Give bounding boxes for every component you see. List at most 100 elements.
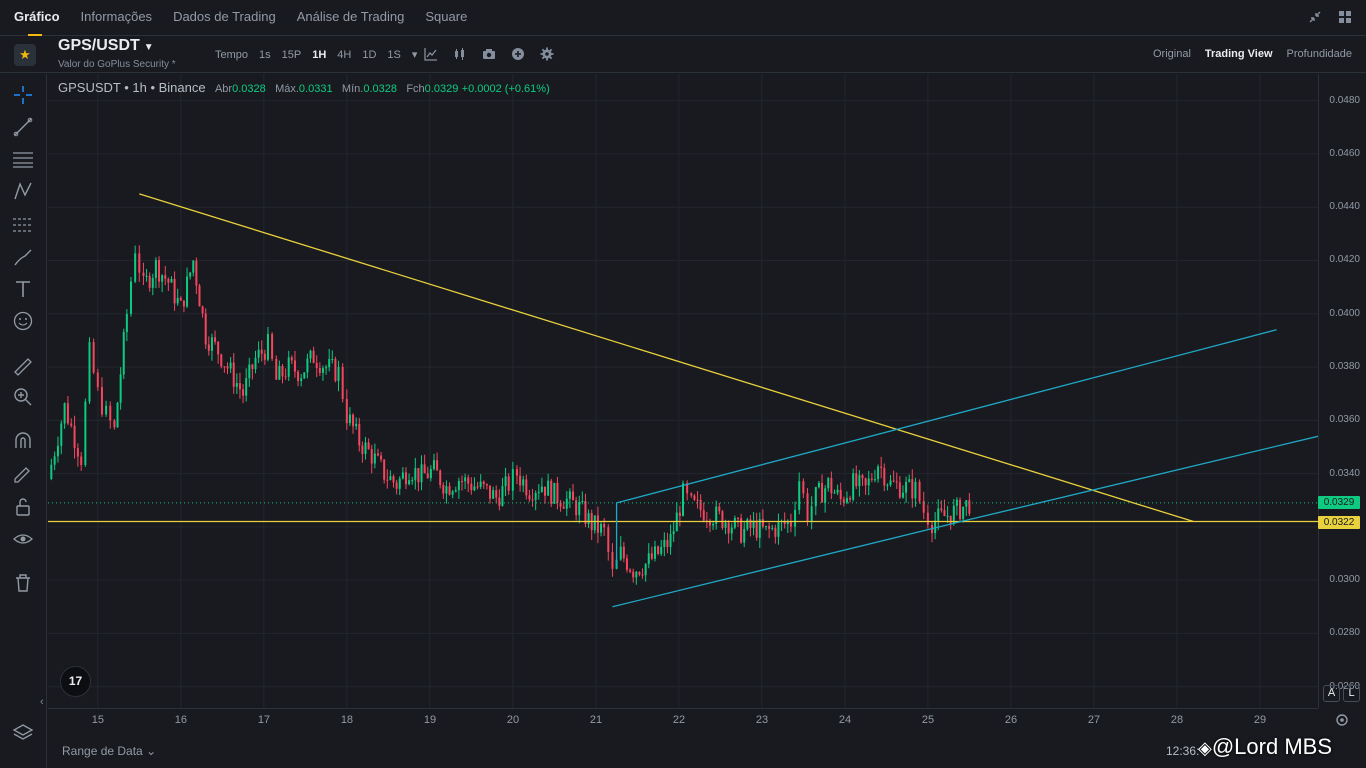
tab-dados-de-trading[interactable]: Dados de Trading	[173, 0, 276, 36]
candle-body	[300, 378, 303, 381]
time-axis-label: 17	[257, 714, 271, 726]
pattern-tool-icon[interactable]	[12, 180, 34, 202]
candle-body	[724, 522, 727, 528]
candle-body	[619, 546, 622, 560]
candle-body	[170, 278, 173, 283]
candle-body	[507, 476, 510, 491]
unlock-icon[interactable]	[12, 496, 34, 518]
candle-body	[861, 475, 864, 479]
candle-body	[470, 483, 473, 491]
candle-body	[389, 476, 392, 480]
interval-4h[interactable]: 4H	[337, 49, 351, 61]
more-intervals-icon[interactable]: ▾	[412, 48, 418, 61]
trendline-tool-icon[interactable]	[12, 116, 34, 138]
candle-body	[138, 253, 141, 273]
candle-body	[721, 511, 724, 528]
candle-body	[266, 333, 269, 360]
candle-body	[761, 519, 764, 527]
collapse-arrow-icon[interactable]: ‹	[40, 696, 44, 708]
time-axis-label: 29	[1253, 714, 1267, 726]
candle-body	[678, 512, 681, 516]
price-axis[interactable]: 0.0480 0.0460 0.0440 0.0420 0.0400 0.0380 0.03…	[1318, 74, 1366, 708]
candle-body	[814, 487, 817, 507]
time-axis[interactable]: 15 16 17 18 19 20 21 22 23 24 25 26 27 28 29	[48, 708, 1318, 732]
candle-body	[880, 466, 883, 468]
interval-15p[interactable]: 15P	[282, 49, 302, 61]
price-axis-label: 0.0460	[1329, 147, 1360, 159]
candle-body	[699, 499, 702, 511]
layout-grid-icon[interactable]	[1338, 10, 1352, 24]
symbol-selector[interactable]: GPS/USDT ▼	[58, 37, 154, 55]
price-chart[interactable]	[48, 74, 1318, 708]
ruler-icon[interactable]	[12, 356, 34, 378]
candle-body	[824, 488, 827, 503]
candle-body	[179, 297, 182, 301]
view-trading-view[interactable]: Trading View	[1205, 48, 1273, 60]
magnet-icon[interactable]	[12, 430, 34, 452]
candle-body	[383, 459, 386, 480]
eye-icon[interactable]	[12, 528, 34, 550]
settings-gear-icon[interactable]	[1334, 712, 1350, 728]
fib-tool-icon[interactable]	[12, 214, 34, 236]
candle-body	[76, 448, 79, 457]
time-axis-label: 15	[91, 714, 105, 726]
crosshair-icon[interactable]	[12, 84, 34, 106]
candle-body	[889, 480, 892, 485]
settings-gear-icon[interactable]	[540, 47, 554, 61]
date-range-button[interactable]: Range de Data ⌄	[62, 744, 156, 758]
candle-body	[361, 445, 364, 454]
indicators-icon[interactable]	[424, 47, 438, 61]
candle-body	[556, 482, 559, 503]
interval-1d[interactable]: 1D	[362, 49, 376, 61]
interval-1s[interactable]: 1s	[259, 49, 271, 61]
view-original[interactable]: Original	[1153, 48, 1191, 60]
candle-body	[858, 475, 861, 487]
auto-scale-button[interactable]: A	[1323, 685, 1340, 702]
candle-body	[473, 486, 476, 491]
log-scale-button[interactable]: L	[1343, 685, 1360, 702]
candle-body	[113, 420, 116, 428]
view-profundidade[interactable]: Profundidade	[1287, 48, 1352, 60]
tab-square[interactable]: Square	[425, 0, 467, 36]
lock-pencil-icon[interactable]	[12, 462, 34, 484]
minimize-icon[interactable]	[1308, 10, 1322, 24]
time-axis-label: 18	[340, 714, 354, 726]
candle-body	[663, 539, 666, 547]
price-axis-label: 0.0300	[1329, 574, 1360, 586]
candle-body	[145, 275, 148, 277]
add-circle-icon[interactable]	[511, 47, 525, 61]
candle-body	[467, 477, 470, 484]
drawing-toolbar: ‹	[0, 74, 47, 768]
interval-1w[interactable]: 1S	[387, 49, 400, 61]
candle-body	[271, 333, 274, 359]
tab-grafico[interactable]: Gráfico	[14, 0, 60, 36]
candle-body	[370, 448, 373, 464]
candle-body	[777, 521, 780, 537]
time-axis-label: 20	[506, 714, 520, 726]
emoji-icon[interactable]	[12, 310, 34, 332]
candle-body	[771, 527, 774, 529]
tab-analise-de-trading[interactable]: Análise de Trading	[297, 0, 405, 36]
text-tool-icon[interactable]	[12, 278, 34, 300]
price-axis-label: 0.0360	[1329, 414, 1360, 426]
candle-body	[392, 476, 395, 483]
tab-informacoes[interactable]: Informações	[81, 0, 153, 36]
interval-1h[interactable]: 1H	[312, 49, 326, 61]
candle-body	[479, 481, 482, 487]
candle-body	[214, 337, 217, 342]
date-range-label: Range de Data	[62, 744, 143, 758]
clock: 12:36:	[1166, 744, 1200, 758]
horizontal-lines-icon[interactable]	[12, 148, 34, 170]
trash-icon[interactable]	[12, 572, 34, 594]
candle-body	[635, 571, 638, 578]
candle-body	[242, 389, 245, 396]
candle-body	[603, 523, 606, 528]
chart-tools	[424, 47, 554, 61]
candle-body	[611, 552, 614, 569]
zoom-in-icon[interactable]	[12, 386, 34, 408]
candle-type-icon[interactable]	[453, 47, 467, 61]
favorite-star-icon[interactable]: ★	[14, 44, 36, 66]
camera-icon[interactable]	[482, 47, 496, 61]
candle-body	[158, 260, 161, 282]
brush-icon[interactable]	[12, 246, 34, 268]
